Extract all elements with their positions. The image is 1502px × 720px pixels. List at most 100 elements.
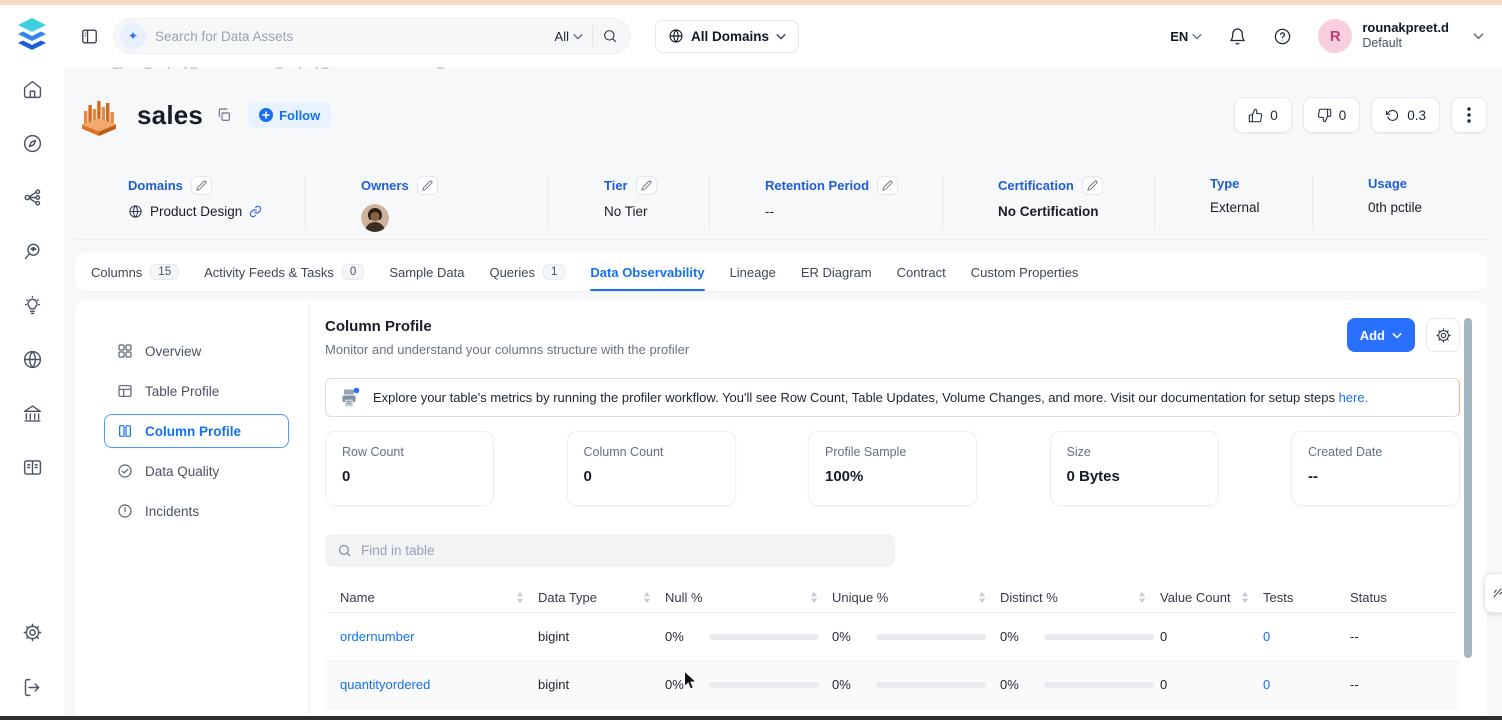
tests-cell: 0: [1263, 677, 1350, 692]
all-domains-button[interactable]: All Domains: [655, 20, 799, 53]
header-status: Status: [1350, 590, 1460, 605]
table-row[interactable]: quantityordered bigint 0% 0% 0% 0 0 --: [325, 661, 1460, 709]
navbar-right: EN R rounakpreet.d Default: [1170, 19, 1484, 53]
tab-custom-properties[interactable]: Custom Properties: [971, 253, 1079, 291]
kebab-menu-icon: [1467, 107, 1471, 123]
nav-item-column-profile[interactable]: Column Profile: [104, 414, 289, 448]
section-actions: Add: [1347, 318, 1460, 352]
section-title: Column Profile: [325, 318, 689, 335]
logout-icon[interactable]: [22, 677, 43, 698]
bell-icon[interactable]: [1228, 27, 1247, 46]
edit-retention-button[interactable]: [877, 176, 898, 195]
certification-label: Certification: [998, 178, 1074, 193]
sort-icon[interactable]: [1138, 592, 1146, 603]
app-logo-icon[interactable]: [15, 17, 49, 53]
explore-compass-icon[interactable]: [22, 133, 43, 154]
lineage-graph-icon[interactable]: [22, 187, 43, 208]
header-data-type[interactable]: Data Type: [538, 590, 665, 605]
data-type-cell: bigint: [538, 677, 665, 692]
vertical-scrollbar[interactable]: [1464, 318, 1472, 658]
observability-search-icon[interactable]: [22, 241, 43, 262]
tab-sample-data[interactable]: Sample Data: [389, 253, 464, 291]
column-name-link[interactable]: quantityordered: [340, 677, 430, 692]
nav-item-table-profile[interactable]: Table Profile: [104, 374, 289, 408]
link-icon[interactable]: [249, 205, 262, 218]
copy-icon[interactable]: [216, 107, 232, 123]
owner-avatar[interactable]: [361, 204, 389, 232]
search-scope-dropdown[interactable]: All: [555, 29, 583, 44]
edit-domains-button[interactable]: [191, 176, 212, 195]
header-name[interactable]: Name: [325, 590, 538, 605]
ai-sparkle-icon[interactable]: ✦: [120, 23, 146, 49]
tab-lineage[interactable]: Lineage: [730, 253, 776, 291]
search-icon[interactable]: [602, 28, 618, 44]
settings-gear-icon[interactable]: [22, 622, 43, 643]
app-sidebar: [0, 5, 64, 716]
global-search-bar[interactable]: ✦ All: [113, 18, 631, 54]
stat-card-created-date: Created Date --: [1291, 431, 1460, 506]
language-dropdown[interactable]: EN: [1170, 29, 1202, 44]
profiler-settings-button[interactable]: [1426, 318, 1460, 352]
header-unique-pct[interactable]: Unique %: [832, 590, 1000, 605]
user-menu[interactable]: R rounakpreet.d Default: [1318, 19, 1484, 53]
find-in-table-input[interactable]: [361, 543, 883, 558]
header-null-pct[interactable]: Null %: [665, 590, 832, 605]
metadata-owners: Owners: [306, 168, 549, 239]
metadata-usage: Usage 0th pctile: [1313, 168, 1487, 239]
upvote-button[interactable]: 0: [1234, 97, 1292, 133]
more-menu-button[interactable]: [1451, 97, 1487, 133]
sidebar-toggle-icon[interactable]: [80, 27, 99, 46]
add-button[interactable]: Add: [1347, 318, 1415, 352]
edit-tier-button[interactable]: [636, 176, 657, 195]
owners-label: Owners: [361, 178, 409, 193]
search-input[interactable]: [155, 29, 546, 44]
nav-item-incidents[interactable]: Incidents: [104, 494, 289, 528]
nav-item-overview[interactable]: Overview: [104, 334, 289, 368]
globe-icon: [668, 28, 684, 44]
edit-owners-button[interactable]: [417, 176, 438, 195]
governance-bank-icon[interactable]: [22, 403, 43, 424]
find-in-table-search[interactable]: [325, 534, 895, 567]
table-row[interactable]: ordernumber bigint 0% 0% 0% 0 0 --: [325, 613, 1460, 661]
insights-bulb-icon[interactable]: [22, 295, 43, 316]
unique-pct-cell: 0%: [832, 629, 1000, 644]
metadata-band: Domains Product Design Owners Tier: [75, 168, 1487, 240]
documentation-link[interactable]: here.: [1339, 390, 1369, 405]
user-avatar: R: [1318, 19, 1352, 53]
sort-icon[interactable]: [643, 592, 651, 603]
domains-globe-icon[interactable]: [22, 349, 43, 370]
tab-contract[interactable]: Contract: [897, 253, 946, 291]
home-icon[interactable]: [22, 79, 43, 100]
profiler-info-banner: Explore your table's metrics by running …: [325, 378, 1460, 417]
sort-icon[interactable]: [810, 592, 818, 603]
distinct-pct-cell: 0%: [1000, 677, 1160, 692]
tab-activity-feeds[interactable]: Activity Feeds & Tasks0: [204, 253, 364, 291]
sort-icon[interactable]: [1241, 592, 1249, 603]
sort-icon[interactable]: [978, 592, 986, 603]
athena-service-icon: [75, 91, 123, 139]
history-icon: [1385, 108, 1400, 123]
metadata-tier: Tier No Tier: [549, 168, 710, 239]
version-button[interactable]: 0.3: [1371, 97, 1440, 133]
tab-columns[interactable]: Columns15: [91, 253, 179, 291]
help-icon[interactable]: [1273, 27, 1292, 46]
column-profile-table: Name Data Type Null % Unique % Distinct …: [325, 582, 1460, 720]
edit-certification-button[interactable]: [1082, 176, 1103, 195]
follow-button[interactable]: Follow: [248, 102, 331, 128]
header-distinct-pct[interactable]: Distinct %: [1000, 590, 1160, 605]
edge-floating-button[interactable]: [1484, 573, 1502, 613]
tests-link[interactable]: 0: [1263, 677, 1270, 692]
tab-data-observability[interactable]: Data Observability: [590, 253, 704, 291]
column-name-link[interactable]: ordernumber: [340, 629, 414, 644]
tab-queries[interactable]: Queries1: [489, 253, 565, 291]
tab-er-diagram[interactable]: ER Diagram: [801, 253, 872, 291]
domains-value[interactable]: Product Design: [150, 204, 242, 219]
type-value: External: [1210, 200, 1260, 215]
downvote-button[interactable]: 0: [1303, 97, 1361, 133]
glossary-book-icon[interactable]: [22, 457, 43, 478]
tests-link[interactable]: 0: [1263, 629, 1270, 644]
sort-icon[interactable]: [516, 592, 524, 603]
nav-item-data-quality[interactable]: Data Quality: [104, 454, 289, 488]
user-name: rounakpreet.d: [1362, 20, 1449, 36]
header-value-count[interactable]: Value Count: [1160, 590, 1263, 605]
